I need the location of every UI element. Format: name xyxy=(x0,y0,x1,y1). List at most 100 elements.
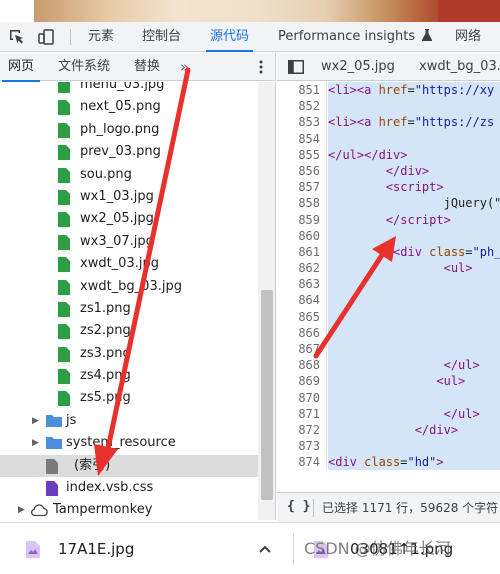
sidebar-toggle-icon[interactable] xyxy=(288,60,304,74)
expand-triangle-icon[interactable]: ▶ xyxy=(18,499,25,520)
line-number: 857 xyxy=(298,180,320,195)
line-number: 863 xyxy=(298,277,320,292)
code-line: </ul> xyxy=(443,406,480,421)
code-line: <li><a href="https://zs xyxy=(328,115,495,130)
tree-file-item[interactable]: wx1_03.jpg xyxy=(0,186,258,208)
line-number: 872 xyxy=(298,422,320,437)
editor-tab[interactable]: xwdt_bg_03.jpg xyxy=(419,53,500,80)
code-line: <div class="ph_ xyxy=(393,244,500,259)
image-file-icon xyxy=(58,369,70,385)
tab-page[interactable]: 网页 xyxy=(1,53,41,82)
tree-file-label: prev_03.png xyxy=(80,144,161,160)
tree-file-item[interactable]: zs4.png xyxy=(0,365,258,387)
tree-file-css[interactable]: index.vsb.css xyxy=(0,477,258,499)
line-number: 874 xyxy=(298,455,320,470)
tree-file-item[interactable]: wx2_05.jpg xyxy=(0,208,258,230)
line-number: 865 xyxy=(298,309,320,324)
line-number: 870 xyxy=(298,390,320,405)
tree-file-item[interactable]: sou.png xyxy=(0,164,258,186)
photo-edge xyxy=(438,0,500,22)
tree-file-item[interactable]: zs3.png xyxy=(0,343,258,365)
devtools-toolbar: 元素 控制台 源代码 Performance insights 网络 xyxy=(0,22,500,52)
tree-file-item[interactable]: xwdt_03.jpg xyxy=(0,253,258,275)
tree-file-item[interactable]: wx3_07.jpg xyxy=(0,231,258,253)
tree-file-item[interactable]: zs2.png xyxy=(0,320,258,342)
tree-file-label: next_05.png xyxy=(80,99,161,115)
tree-file-item[interactable]: prev_03.png xyxy=(0,141,258,163)
folder-icon xyxy=(46,414,62,427)
tree-file-label: (索引) xyxy=(74,457,111,473)
tab-sources[interactable]: 源代码 xyxy=(205,22,254,52)
tree-file-label: xwdt_03.jpg xyxy=(80,256,159,272)
code-line: <li><a href="https://xy xyxy=(328,83,495,97)
tree-extension-tampermonkey[interactable]: ▶ Tampermonkey xyxy=(0,499,258,520)
file-tree: menu_03.jpg next_05.png ph_logo.png prev… xyxy=(0,82,258,520)
pretty-print-icon[interactable]: { } xyxy=(287,499,310,514)
tree-folder-system-resource[interactable]: ▶ system_resource xyxy=(0,432,258,454)
expand-triangle-icon[interactable]: ▶ xyxy=(32,410,39,432)
csdn-watermark: CSDN @仿佛年长河 xyxy=(304,539,451,558)
tree-file-label: wx3_07.jpg xyxy=(80,233,154,249)
tab-overrides[interactable]: 替换 xyxy=(134,53,160,81)
line-number: 860 xyxy=(298,228,320,243)
editor-tab[interactable]: wx2_05.jpg xyxy=(321,53,395,80)
tree-file-label: ph_logo.png xyxy=(80,121,160,137)
tree-file-item[interactable]: zs1.png xyxy=(0,298,258,320)
tree-file-item[interactable]: xwdt_bg_03.jpg xyxy=(0,276,258,298)
image-file-icon xyxy=(58,189,70,205)
line-number: 868 xyxy=(298,358,320,373)
navigator-scrollbar[interactable] xyxy=(258,82,276,520)
line-number-gutter: 851 852 853 854 855 856 857 858 859 860 … xyxy=(277,82,327,470)
tree-file-item[interactable]: zs5.png xyxy=(0,387,258,409)
image-file-icon xyxy=(26,541,40,558)
tree-file-label: zs1.png xyxy=(80,300,131,316)
cloud-icon xyxy=(31,504,48,517)
editor-statusbar: { } 已选择 1171 行，59628 个字符 xyxy=(277,492,500,522)
chevron-up-icon[interactable] xyxy=(258,542,272,556)
tree-file-label: xwdt_bg_03.jpg xyxy=(80,278,182,294)
folder-icon xyxy=(46,437,62,450)
flask-icon xyxy=(422,29,433,41)
scroll-thumb[interactable] xyxy=(261,290,273,500)
tree-file-label: zs3.png xyxy=(80,345,131,361)
download-item[interactable]: 17A1E.jpg xyxy=(0,523,292,574)
line-number: 861 xyxy=(298,244,320,259)
tree-folder-js[interactable]: ▶ js xyxy=(0,410,258,432)
line-number: 854 xyxy=(298,131,320,146)
tab-network[interactable]: 网络 xyxy=(455,22,481,52)
line-number: 859 xyxy=(298,212,320,227)
editor-tabbar: wx2_05.jpg xwdt_bg_03.jpg xyxy=(277,53,500,81)
tree-file-index[interactable]: (索引) xyxy=(0,454,258,478)
image-file-icon xyxy=(58,212,70,228)
tab-elements[interactable]: 元素 xyxy=(88,22,114,52)
tab-performance-insights-label: Performance insights xyxy=(278,29,416,44)
tab-performance-insights[interactable]: Performance insights xyxy=(278,22,433,52)
tree-file-item[interactable]: menu_03.jpg xyxy=(0,82,258,96)
tab-filesystem[interactable]: 文件系统 xyxy=(58,53,110,81)
more-tabs-button[interactable]: » xyxy=(180,53,189,81)
page-background-photo xyxy=(0,0,500,22)
tree-file-item[interactable]: ph_logo.png xyxy=(0,119,258,141)
inspect-element-icon[interactable] xyxy=(8,28,26,46)
tab-console[interactable]: 控制台 xyxy=(142,22,181,52)
image-file-icon xyxy=(58,122,70,138)
more-vert-icon[interactable] xyxy=(254,59,268,75)
device-toolbar-icon[interactable] xyxy=(38,28,56,46)
tree-file-item[interactable]: next_05.png xyxy=(0,96,258,118)
css-file-icon xyxy=(46,481,58,497)
expand-triangle-icon[interactable]: ▶ xyxy=(32,432,39,454)
tree-file-label: index.vsb.css xyxy=(66,480,154,496)
image-file-icon xyxy=(58,82,70,93)
document-file-icon xyxy=(46,458,58,474)
code-line: <script> xyxy=(385,180,444,195)
code-editor[interactable]: <li><a href="https://xy <li><a href="htt… xyxy=(328,82,500,470)
tree-extension-label: Tampermonkey xyxy=(53,502,153,518)
line-number: 852 xyxy=(298,99,320,114)
image-file-icon xyxy=(58,279,70,295)
